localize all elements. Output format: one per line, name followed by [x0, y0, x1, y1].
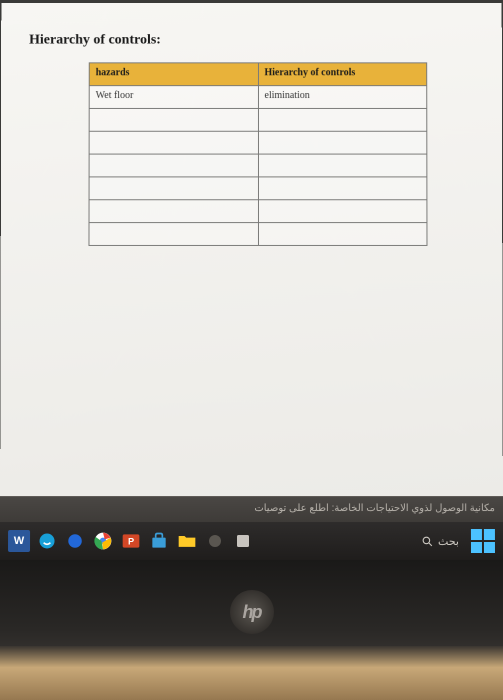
- screen: Hierarchy of controls: hazards Hierarchy…: [0, 3, 503, 560]
- taskbar-store-icon[interactable]: [148, 530, 170, 552]
- table-row[interactable]: Wet floorelimination: [89, 86, 427, 109]
- accessibility-text: مكانية الوصول لذوي الاحتياجات الخاصة: اط…: [254, 503, 495, 514]
- taskbar-chrome-icon[interactable]: [92, 530, 114, 552]
- taskbar: W P: [0, 522, 503, 560]
- accessibility-bar[interactable]: مكانية الوصول لذوي الاحتياجات الخاصة: اط…: [0, 496, 503, 522]
- search-icon: [421, 535, 434, 548]
- taskbar-misc-icon[interactable]: [232, 530, 254, 552]
- start-button[interactable]: [471, 529, 495, 553]
- search-label: بحث: [438, 535, 459, 548]
- col-header-hierarchy: Hierarchy of controls: [258, 63, 427, 86]
- hp-logo: hp: [230, 590, 274, 634]
- svg-text:P: P: [128, 536, 134, 546]
- taskbar-copilot-icon[interactable]: [36, 530, 58, 552]
- col-header-hazards: hazards: [89, 63, 258, 86]
- table-row[interactable]: [89, 223, 427, 246]
- table-row[interactable]: [89, 177, 427, 200]
- taskbar-word-icon[interactable]: W: [8, 530, 30, 552]
- laptop-hinge: [0, 646, 503, 700]
- page-title: Hierarchy of controls:: [29, 33, 474, 49]
- table-row[interactable]: [89, 154, 427, 177]
- taskbar-app-icon[interactable]: [64, 530, 86, 552]
- table-row[interactable]: [89, 131, 427, 154]
- table-row[interactable]: [89, 108, 427, 131]
- taskbar-powerpoint-icon[interactable]: P: [120, 530, 142, 552]
- table-container: hazards Hierarchy of controls Wet floore…: [88, 62, 427, 246]
- taskbar-search[interactable]: بحث: [415, 532, 465, 551]
- hazards-table: hazards Hierarchy of controls Wet floore…: [88, 62, 427, 246]
- taskbar-explorer-icon[interactable]: [176, 530, 198, 552]
- table-row[interactable]: [89, 200, 427, 223]
- document-page: Hierarchy of controls: hazards Hierarchy…: [0, 3, 503, 496]
- taskbar-settings-icon[interactable]: [204, 530, 226, 552]
